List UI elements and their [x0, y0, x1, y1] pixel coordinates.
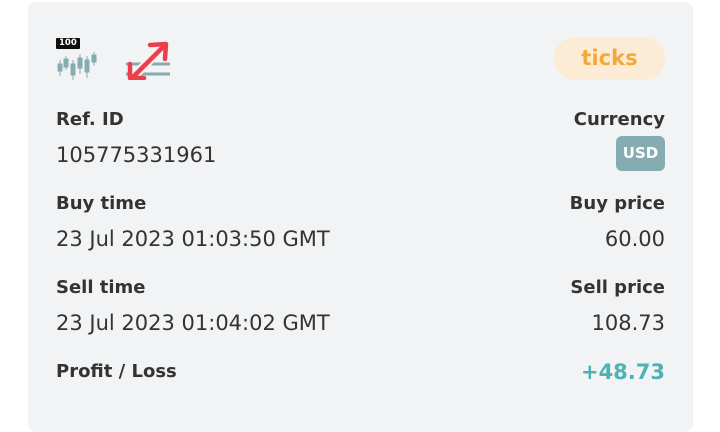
buy-time-label: Buy time	[56, 193, 147, 214]
currency-badge: USD	[616, 136, 665, 171]
sell-price-value: 108.73	[591, 311, 665, 335]
contract-details-card: 100 ticks Ref. ID 105775331961 Currency …	[28, 2, 693, 432]
profit-loss-value: +48.73	[580, 360, 665, 384]
details-grid: Ref. ID 105775331961 Currency USD Buy ti…	[56, 2, 665, 432]
sell-time-value: 23 Jul 2023 01:04:02 GMT	[56, 311, 330, 335]
ref-id-label: Ref. ID	[56, 109, 124, 130]
buy-time-value: 23 Jul 2023 01:03:50 GMT	[56, 227, 330, 251]
buy-price-label: Buy price	[569, 193, 665, 214]
sell-price-label: Sell price	[570, 277, 665, 298]
sell-time-label: Sell time	[56, 277, 146, 298]
buy-price-value: 60.00	[604, 227, 665, 251]
currency-label: Currency	[573, 109, 665, 130]
ref-id-value: 105775331961	[56, 143, 217, 167]
profit-loss-label: Profit / Loss	[56, 361, 177, 382]
